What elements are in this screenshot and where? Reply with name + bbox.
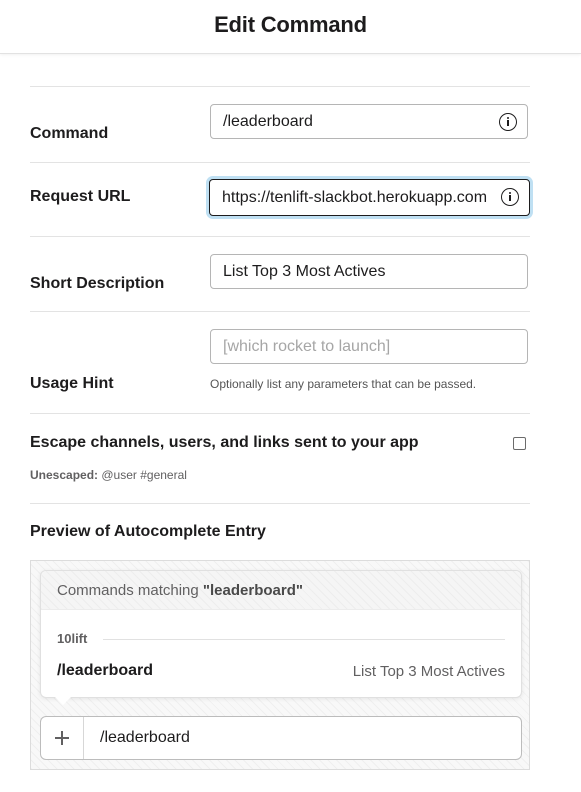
plus-icon[interactable] [41, 717, 84, 759]
divider [30, 311, 530, 312]
info-icon[interactable] [501, 188, 519, 206]
matching-query: "leaderboard" [202, 582, 303, 599]
message-input[interactable]: /leaderboard [40, 716, 522, 760]
escape-example-label: Unescaped: [30, 468, 99, 482]
divider [30, 236, 530, 237]
autocomplete-description: List Top 3 Most Actives [352, 663, 505, 680]
escape-label: Escape channels, users, and links sent t… [30, 434, 419, 451]
usage-hint-placeholder: [which rocket to launch] [223, 338, 391, 355]
info-icon[interactable] [499, 113, 517, 131]
group-divider [103, 639, 505, 640]
request-url-value: https://tenlift-slackbot.herokuapp.com [222, 189, 488, 206]
modal-header: Edit Command [0, 0, 581, 54]
short-description-label: Short Description [30, 275, 165, 292]
command-field[interactable]: /leaderboard [210, 104, 528, 139]
preview-title: Preview of Autocomplete Entry [30, 523, 266, 540]
message-input-text: /leaderboard [100, 729, 190, 746]
divider [30, 86, 530, 87]
app-group-name: 10lift [57, 631, 88, 646]
autocomplete-preview: Commands matching "leaderboard" 10lift /… [30, 560, 530, 770]
usage-hint-field[interactable]: [which rocket to launch] [210, 329, 528, 364]
autocomplete-card: Commands matching "leaderboard" 10lift /… [40, 570, 522, 705]
short-description-field[interactable]: List Top 3 Most Actives [210, 254, 528, 289]
divider [30, 162, 530, 163]
escape-example: Unescaped: @user #general [30, 468, 187, 482]
page-title: Edit Command [214, 12, 367, 37]
command-label: Command [30, 125, 109, 142]
short-description-value: List Top 3 Most Actives [223, 263, 386, 280]
usage-hint-help: Optionally list any parameters that can … [210, 377, 477, 391]
escape-checkbox[interactable] [513, 437, 526, 450]
escape-example-value: @user #general [101, 468, 187, 482]
divider [30, 413, 530, 414]
request-url-label: Request URL [30, 188, 131, 205]
autocomplete-command[interactable]: /leaderboard [57, 662, 153, 680]
matching-prefix: Commands matching [57, 582, 203, 599]
command-value: /leaderboard [223, 113, 313, 130]
autocomplete-header: Commands matching "leaderboard" [41, 571, 521, 610]
divider [30, 503, 530, 504]
request-url-field[interactable]: https://tenlift-slackbot.herokuapp.com [209, 179, 530, 216]
usage-hint-label: Usage Hint [30, 375, 114, 392]
